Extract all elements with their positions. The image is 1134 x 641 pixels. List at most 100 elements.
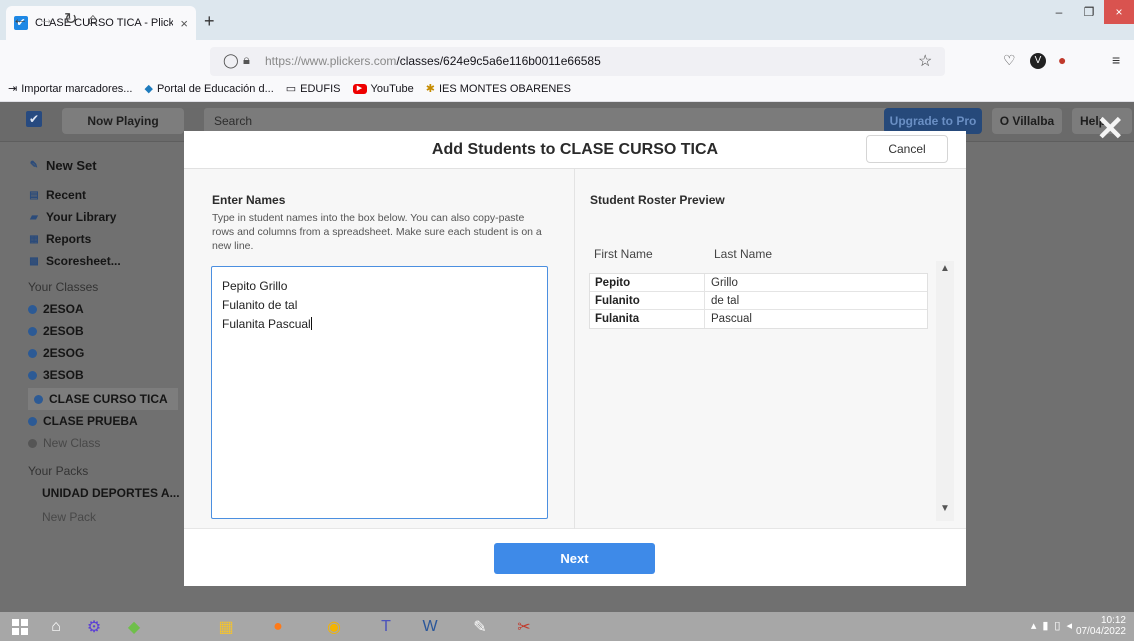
bookmark-youtube[interactable]: ▶ YouTube	[352, 83, 414, 95]
first-name-column-header: First Name	[594, 247, 653, 261]
sidebar-class-item-active[interactable]: CLASE CURSO TICA	[28, 388, 178, 410]
sidebar-item-label: New Set	[46, 158, 97, 173]
class-dot-icon	[28, 416, 37, 426]
first-name-cell: Fulanito	[590, 292, 705, 309]
sidebar-item-label: Your Library	[46, 210, 117, 224]
bookmark-ies[interactable]: ✱ IES MONTES OBARENES	[425, 82, 571, 96]
url-host: https://www.plickers.com	[265, 54, 397, 68]
tab-title: CLASE CURSO TICA - Plickers	[35, 17, 174, 29]
bookmark-label: Importar marcadores...	[21, 82, 133, 95]
maximize-button[interactable]: ❐	[1074, 0, 1104, 24]
sidebar-class-item[interactable]: 3ESOB	[28, 368, 84, 382]
class-dot-icon	[28, 304, 37, 314]
bookmark-import[interactable]: ⇥ Importar marcadores...	[8, 82, 133, 96]
last-name-column-header: Last Name	[714, 247, 773, 261]
app-icon[interactable]: ◆	[122, 615, 146, 639]
first-name-cell: Pepito	[590, 274, 705, 291]
sidebar-item-library[interactable]: ▰ Your Library	[28, 210, 116, 224]
back-arrow-icon[interactable]: ←	[12, 11, 28, 29]
sidebar-class-item[interactable]: 2ESOG	[28, 346, 84, 360]
class-label: CLASE PRUEBA	[43, 414, 138, 428]
next-button[interactable]: Next	[494, 543, 655, 574]
scroll-down-icon[interactable]: ▼	[940, 503, 950, 514]
sidebar-pack-item[interactable]: UNIDAD DEPORTES A...	[42, 486, 180, 500]
sidebar-item-label: Recent	[46, 188, 87, 202]
roster-preview-label: Student Roster Preview	[590, 193, 725, 207]
taskbar-clock[interactable]: 10:12 07/04/2022	[1076, 615, 1126, 637]
sidebar-new-pack[interactable]: New Pack	[42, 510, 96, 524]
teams-icon[interactable]: T	[374, 615, 398, 639]
table-row: Fulanito de tal	[590, 292, 927, 310]
name-line: Fulanito de tal	[222, 298, 298, 312]
browser-tab-bar: ✔ CLASE CURSO TICA - Plickers × + – ❐ ×	[0, 0, 1134, 40]
recent-icon: ▤	[29, 189, 39, 201]
table-row: Fulanita Pascual	[590, 310, 927, 328]
enter-names-label: Enter Names	[212, 193, 286, 207]
snipping-tool-icon[interactable]: ✂	[512, 615, 536, 639]
sidebar-item-label: Scoresheet...	[46, 254, 121, 268]
plickers-logo-icon: ✔	[26, 111, 42, 127]
name-line-last: Fulanita Pascual	[222, 315, 537, 334]
sidebar-item-scoresheet[interactable]: ▩ Scoresheet...	[28, 254, 121, 268]
browser-tab[interactable]: ✔ CLASE CURSO TICA - Plickers ×	[6, 6, 196, 40]
window-controls: – ❐ ×	[1044, 0, 1134, 24]
sidebar-new-class[interactable]: New Class	[28, 436, 100, 450]
system-tray-icons[interactable]: ▴▮▯◂	[1031, 619, 1078, 632]
bookmark-label: IES MONTES OBARENES	[438, 82, 571, 95]
sidebar-class-item[interactable]: CLASE PRUEBA	[28, 414, 138, 428]
close-overlay-icon[interactable]: ✕	[1096, 112, 1125, 146]
sidebar-class-item[interactable]: 2ESOA	[28, 302, 84, 316]
word-icon[interactable]: W	[418, 615, 442, 639]
forward-arrow-icon[interactable]: →	[38, 11, 54, 29]
new-set-icon: ✎	[29, 160, 39, 171]
home-icon[interactable]: ⌂	[88, 11, 98, 29]
sidebar-item-new-set[interactable]: ✎ New Set	[28, 158, 97, 173]
folder-icon: ▰	[30, 211, 38, 223]
class-dot-icon	[34, 394, 43, 404]
account-avatar[interactable]: V	[1030, 53, 1046, 69]
chrome-icon[interactable]: ◉	[322, 615, 346, 639]
window-close-button[interactable]: ×	[1104, 0, 1134, 24]
menu-icon[interactable]: ≡	[1112, 52, 1120, 68]
packs-heading: Your Packs	[28, 464, 89, 478]
scoresheet-icon: ▩	[29, 255, 39, 267]
scroll-up-icon[interactable]: ▲	[940, 263, 950, 274]
home-icon[interactable]: ⌂	[44, 615, 68, 639]
tab-close-icon[interactable]: ×	[180, 16, 188, 31]
settings-gear-icon[interactable]: ⚙	[82, 615, 106, 639]
cancel-button[interactable]: Cancel	[866, 135, 948, 163]
minimize-button[interactable]: –	[1044, 0, 1074, 24]
student-names-textarea[interactable]: Pepito Grillo Fulanito de tal Fulanita P…	[211, 266, 548, 519]
school-icon: ✱	[425, 83, 435, 95]
sidebar-item-reports[interactable]: ▦ Reports	[28, 232, 91, 246]
bookmark-star-icon[interactable]: ☆	[918, 51, 932, 71]
table-row: Pepito Grillo	[590, 274, 927, 292]
url-path: /classes/624e9c5a6e116b0011e66585	[396, 54, 601, 68]
new-tab-button[interactable]: +	[204, 12, 215, 30]
bookmark-portal[interactable]: ◆ Portal de Educación d...	[144, 82, 273, 96]
pocket-icon[interactable]: ♡	[1003, 52, 1016, 69]
firefox-icon[interactable]: ●	[266, 615, 290, 639]
first-name-cell: Fulanita	[590, 310, 705, 328]
extension-icon[interactable]: ●	[1058, 52, 1066, 68]
now-playing-button[interactable]: Now Playing	[62, 108, 184, 134]
paint-icon[interactable]: ✎	[468, 615, 492, 639]
shield-icon[interactable]: ◯	[223, 52, 239, 69]
bookmark-edufis[interactable]: ▭ EDUFIS	[286, 82, 341, 96]
new-pack-label: New Pack	[42, 510, 97, 524]
bookmark-label: EDUFIS	[300, 82, 341, 95]
sidebar-item-recent[interactable]: ▤ Recent	[28, 188, 86, 202]
user-menu-button[interactable]: O Villalba	[992, 108, 1062, 134]
class-label: 2ESOB	[43, 324, 84, 338]
class-label: 2ESOA	[43, 302, 84, 316]
classes-heading: Your Classes	[28, 280, 99, 294]
reload-icon[interactable]: ↻	[64, 11, 77, 29]
enter-names-help-text: Type in student names into the box below…	[212, 212, 542, 252]
windows-start-icon[interactable]	[8, 615, 32, 639]
roster-scrollbar[interactable]	[936, 261, 954, 521]
sidebar: ✎ New Set ▤ Recent ▰ Your Library ▦ Reports …	[0, 142, 184, 612]
lock-icon[interactable]: 🔒︎	[243, 52, 250, 68]
sidebar-class-item[interactable]: 2ESOB	[28, 324, 84, 338]
url-text[interactable]: https://www.plickers.com/classes/624e9c5…	[265, 54, 601, 68]
file-explorer-icon[interactable]: ▦	[214, 615, 238, 639]
